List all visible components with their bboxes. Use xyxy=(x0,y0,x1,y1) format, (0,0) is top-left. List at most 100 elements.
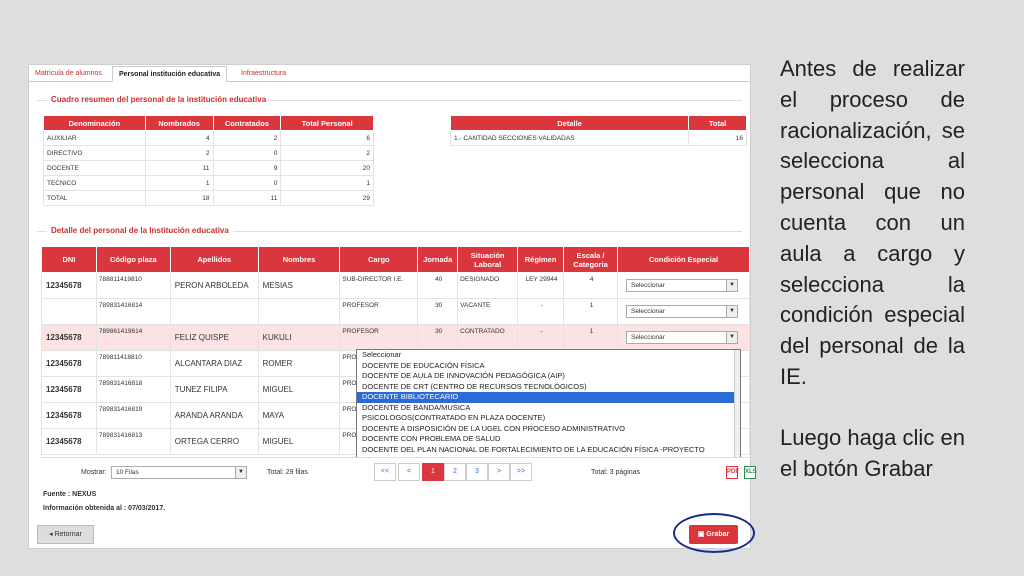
cell: 29 xyxy=(280,190,374,206)
cell: 11 xyxy=(144,160,214,176)
cell-cargo: PROFESOR xyxy=(339,324,419,351)
cell-nombres: KUKULI xyxy=(257,324,341,351)
cell: 4 xyxy=(144,130,214,146)
cell-condicion: Seleccionar ▼ xyxy=(616,324,751,351)
cell-apellidos: ALCANTARA DIAZ xyxy=(169,350,259,377)
condicion-dropdown-list[interactable]: Seleccionar DOCENTE DE EDUCACIÓN FÍSICA … xyxy=(356,349,741,458)
table-row: 12345678 788811419810 PERON ARBOLEDA MES… xyxy=(41,272,751,299)
cell-escala: 1 xyxy=(563,298,618,325)
page-first[interactable]: << xyxy=(374,463,396,481)
cell: 6 xyxy=(280,130,374,146)
cell-nombres: MIGUEL xyxy=(257,376,341,403)
mostrar-label: Mostrar: xyxy=(81,469,107,476)
select-value: Seleccionar xyxy=(630,308,665,315)
cell: TOTAL xyxy=(43,190,146,206)
dropdown-option[interactable]: DOCENTE A DISPOSICIÓN DE LA UGEL CON PRO… xyxy=(357,424,740,435)
cell-cargo: SUB-DIRECTOR I.E. xyxy=(339,272,419,299)
col-contratados: Contratados xyxy=(212,115,282,131)
condicion-select-open[interactable]: Seleccionar ▼ xyxy=(625,331,738,344)
retornar-label: Retornar xyxy=(54,531,82,538)
col-total: Total xyxy=(688,115,747,131)
cell: 16 xyxy=(688,130,747,146)
dropdown-option[interactable]: DOCENTE DEL PLAN NACIONAL DE FORTALECIMI… xyxy=(357,445,740,456)
cell-codigo: 789831416819 xyxy=(95,402,171,429)
page-prev[interactable]: < xyxy=(398,463,420,481)
cell: 18 xyxy=(144,190,214,206)
pager-bar: Mostrar: 10 Filas ▼ Total: 29 filas << < … xyxy=(41,457,757,481)
table-row: DIRECTIVO 2 0 2 xyxy=(43,145,374,161)
dropdown-scrollbar[interactable] xyxy=(734,350,740,457)
table-row: TECNICO 1 0 1 xyxy=(43,175,374,191)
cell-situacion: CONTRATADO xyxy=(457,324,519,351)
dropdown-option[interactable]: PSICOLOGOS(CONTRATADO EN PLAZA DOCENTE) xyxy=(357,413,740,424)
total-filas: Total: 29 filas xyxy=(267,469,308,476)
cell-codigo: 789831416814 xyxy=(95,298,171,325)
page-last[interactable]: >> xyxy=(510,463,532,481)
cell: 11 xyxy=(212,190,282,206)
page-1[interactable]: 1 xyxy=(422,463,444,481)
cell-regimen: - xyxy=(517,324,565,351)
cell-situacion: DESIGNADO xyxy=(457,272,519,299)
cell-escala: 1 xyxy=(563,324,618,351)
chevron-down-icon[interactable]: ▼ xyxy=(725,306,737,317)
cell-apellidos: TUNEZ FILIPA xyxy=(169,376,259,403)
chevron-down-icon[interactable]: ▼ xyxy=(725,280,737,291)
col-denominacion: Denominación xyxy=(43,115,146,131)
cell-codigo: 789811418810 xyxy=(95,350,171,377)
pdf-export-icon[interactable]: PDF xyxy=(726,466,739,479)
cell: 1.- CANTIDAD SECCIONES VALIDADAS xyxy=(449,130,690,146)
dropdown-option[interactable]: DOCENTE CON PROBLEMA DE SALUD xyxy=(357,434,740,445)
dropdown-option[interactable]: DOCENTE DE EDUCACIÓN FÍSICA xyxy=(357,361,740,372)
select-value: 10 Filas xyxy=(116,469,139,476)
instruction-paragraph-1: Antes de realizar el proceso de racional… xyxy=(780,56,965,389)
cell: 2 xyxy=(280,145,374,161)
cell-codigo: 789831416813 xyxy=(95,428,171,455)
table-row-highlighted: 12345678 789861419614 FELIZ QUISPE KUKUL… xyxy=(41,324,751,351)
tab-matricula[interactable]: Matrícula de alumnos xyxy=(29,66,108,82)
select-value: Seleccionar xyxy=(630,282,665,289)
retornar-button[interactable]: ◂ Retornar xyxy=(37,525,94,544)
cell-dni: 12345678 xyxy=(41,324,97,351)
table-row: TOTAL 18 11 29 xyxy=(43,190,374,206)
page-3[interactable]: 3 xyxy=(466,463,488,481)
col-dni: DNI xyxy=(41,246,97,273)
cell-regimen: LEY 29944 xyxy=(517,272,565,299)
cell-apellidos: ORTEGA CERRO xyxy=(169,428,259,455)
chevron-down-icon[interactable]: ▼ xyxy=(725,332,737,343)
col-escala: Escala / Categoria xyxy=(563,246,618,273)
cell: DOCENTE xyxy=(43,160,146,176)
page-next[interactable]: > xyxy=(488,463,510,481)
cell-jornada: 30 xyxy=(417,298,459,325)
condicion-select[interactable]: Seleccionar ▼ xyxy=(625,279,738,292)
cell: 0 xyxy=(212,145,282,161)
excel-export-icon[interactable]: XLS xyxy=(744,466,757,479)
page-2[interactable]: 2 xyxy=(444,463,466,481)
col-codigo-plaza: Código plaza xyxy=(95,246,171,273)
select-value: Seleccionar xyxy=(630,334,665,341)
col-total-personal: Total Personal xyxy=(280,115,374,131)
detalle-resumen-table: Detalle Total 1.- CANTIDAD SECCIONES VAL… xyxy=(449,115,747,146)
chevron-down-icon[interactable]: ▼ xyxy=(235,467,246,478)
dropdown-option[interactable]: DOCENTE DE BANDA/MUSICA xyxy=(357,403,740,414)
condicion-select[interactable]: Seleccionar ▼ xyxy=(625,305,738,318)
dropdown-option[interactable]: DOCENTE DE CRT (CENTRO DE RECURSOS TECNO… xyxy=(357,382,740,393)
cell-apellidos: PERON ARBOLEDA xyxy=(169,272,259,299)
app-screen: Matrícula de alumnos Personal institució… xyxy=(28,64,757,553)
dropdown-option[interactable]: DOCENTE DE AULA DE INNOVACIÓN PEDAGÓGICA… xyxy=(357,371,740,382)
col-cargo: Cargo xyxy=(339,246,419,273)
dropdown-option-selected[interactable]: DOCENTE BIBLIOTECARIO xyxy=(357,392,740,403)
cell-dni xyxy=(41,298,97,325)
tab-infraestructura[interactable]: Infraestructura xyxy=(235,66,292,82)
resumen-table: Denominación Nombrados Contratados Total… xyxy=(43,115,374,206)
table-row: AUXILIAR 4 2 6 xyxy=(43,130,374,146)
instruction-text: Antes de realizar el proceso de racional… xyxy=(780,54,965,484)
cell-nombres: MESIAS xyxy=(257,272,341,299)
col-detalle: Detalle xyxy=(449,115,690,131)
dropdown-option[interactable]: Seleccionar xyxy=(357,350,740,361)
cell-codigo: 789861419614 xyxy=(95,324,171,351)
cell-nombres xyxy=(257,298,341,325)
cell-escala: 4 xyxy=(563,272,618,299)
tab-personal[interactable]: Personal institución educativa xyxy=(112,66,228,82)
cell-nombres: ROMER xyxy=(257,350,341,377)
rows-per-page-select[interactable]: 10 Filas ▼ xyxy=(111,466,247,479)
